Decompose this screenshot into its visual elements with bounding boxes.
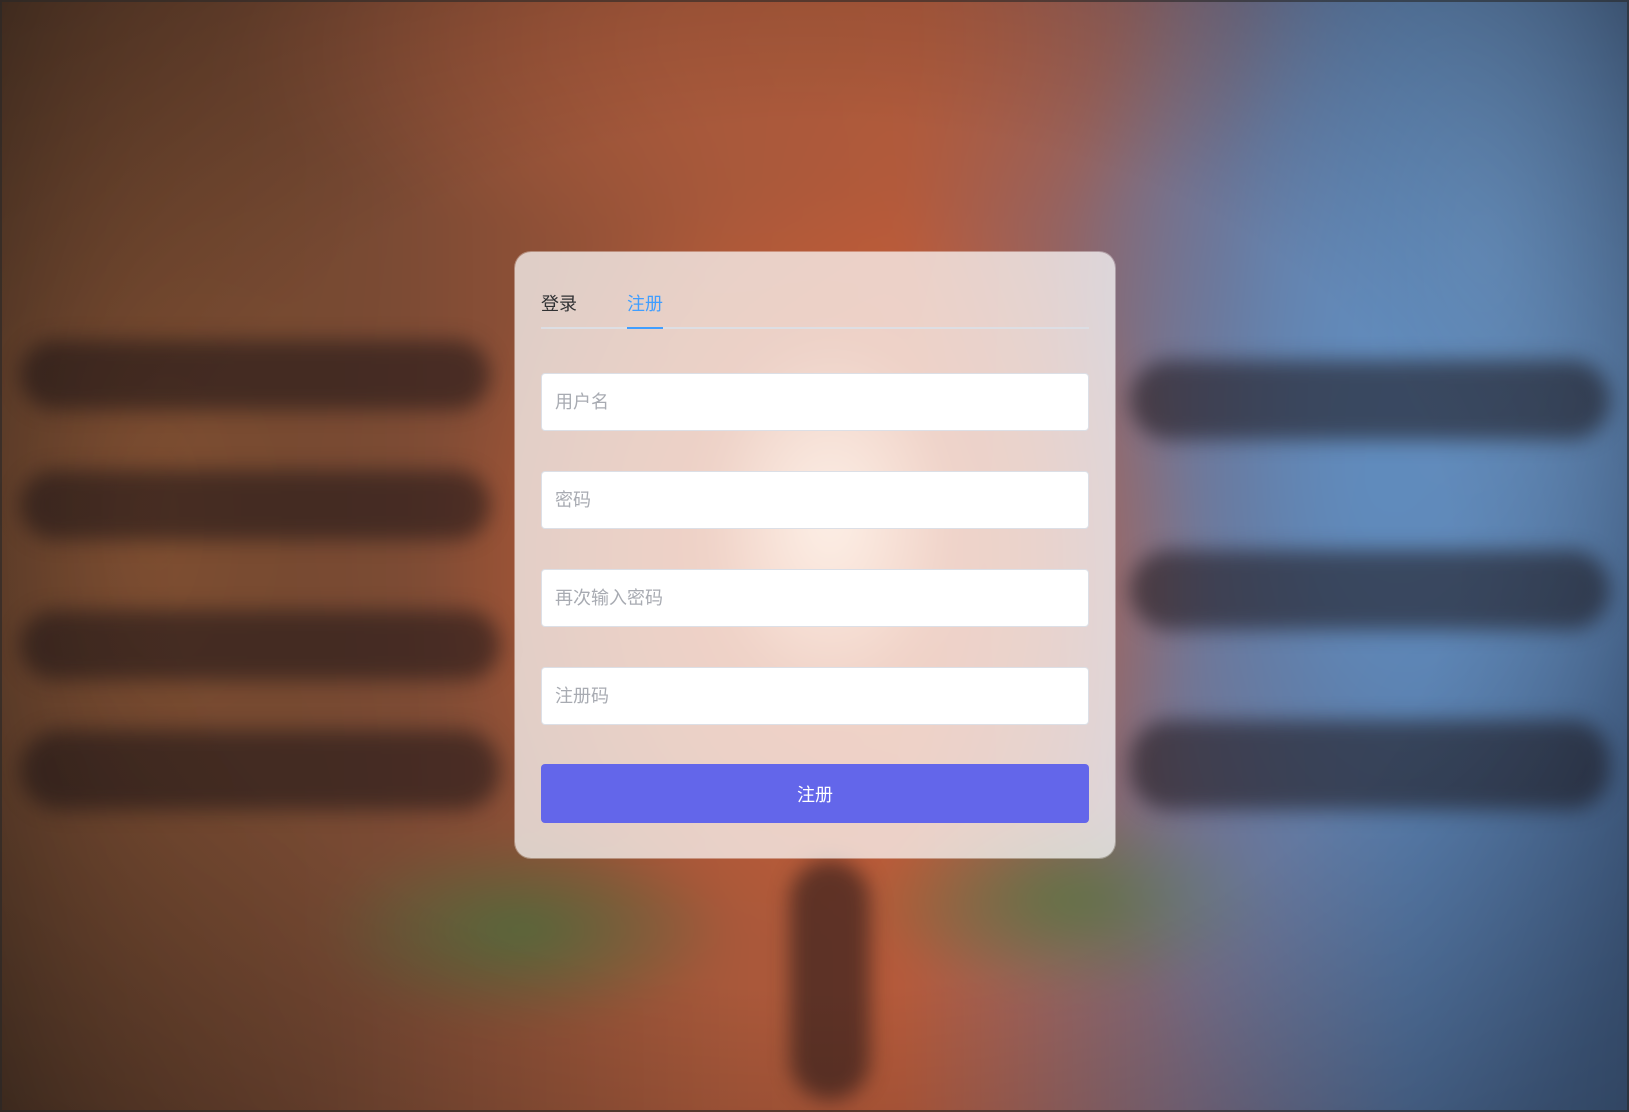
background-silhouette bbox=[20, 470, 490, 540]
register-code-field-wrapper bbox=[541, 667, 1089, 725]
background-silhouette bbox=[20, 340, 490, 410]
tab-register[interactable]: 注册 bbox=[627, 294, 663, 329]
username-field-wrapper bbox=[541, 373, 1089, 431]
background-silhouette bbox=[1130, 720, 1610, 810]
confirm-password-input[interactable] bbox=[541, 569, 1089, 627]
background-silhouette bbox=[1130, 550, 1610, 630]
register-button[interactable]: 注册 bbox=[541, 764, 1089, 823]
background-silhouette bbox=[20, 610, 500, 680]
background-silhouette bbox=[1130, 360, 1610, 440]
auth-card: 登录 注册 注册 bbox=[515, 252, 1115, 858]
register-code-input[interactable] bbox=[541, 667, 1089, 725]
username-input[interactable] bbox=[541, 373, 1089, 431]
tab-login[interactable]: 登录 bbox=[541, 294, 577, 327]
password-field-wrapper bbox=[541, 471, 1089, 529]
screen: 登录 注册 注册 bbox=[0, 0, 1629, 1112]
password-input[interactable] bbox=[541, 471, 1089, 529]
auth-tabs: 登录 注册 bbox=[541, 252, 1089, 329]
background-silhouette bbox=[790, 860, 870, 1100]
background-silhouette bbox=[20, 730, 500, 810]
confirm-password-field-wrapper bbox=[541, 569, 1089, 627]
